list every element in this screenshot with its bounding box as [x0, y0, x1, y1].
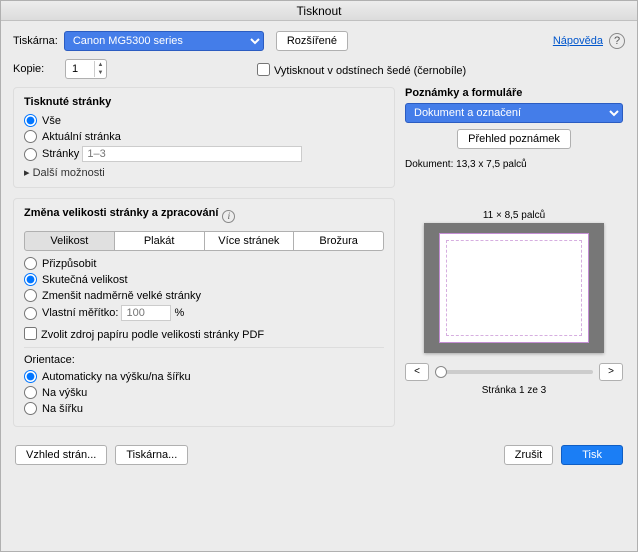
orient-landscape-radio[interactable]: Na šířku	[24, 402, 384, 415]
copies-label: Kopie:	[13, 63, 59, 75]
pages-all-radio[interactable]: Vše	[24, 114, 384, 127]
paper-source-checkbox[interactable]: Zvolit zdroj papíru podle velikosti strá…	[24, 329, 264, 341]
info-icon[interactable]: i	[222, 210, 235, 223]
pages-current-radio[interactable]: Aktuální stránka	[24, 130, 384, 143]
pages-section-title: Tisknuté stránky	[24, 96, 384, 108]
pages-range-input[interactable]	[82, 146, 302, 162]
scale-input[interactable]	[121, 305, 171, 321]
orient-portrait-radio[interactable]: Na výšku	[24, 386, 384, 399]
preview-slider[interactable]	[435, 370, 593, 374]
tab-poster[interactable]: Plakát	[115, 231, 205, 251]
copies-stepper[interactable]: ▲▼	[65, 59, 107, 79]
copies-input[interactable]	[66, 63, 94, 75]
pages-range-radio[interactable]: Stránky	[24, 146, 384, 162]
print-preview	[424, 223, 604, 353]
grayscale-checkbox[interactable]: Vytisknout v odstínech šedé (černobíle)	[257, 61, 466, 77]
page-setup-button[interactable]: Vzhled strán...	[15, 445, 107, 465]
orient-auto-radio[interactable]: Automaticky na výšku/na šířku	[24, 370, 384, 383]
preview-prev-button[interactable]: <	[405, 363, 429, 381]
comments-title: Poznámky a formuláře	[405, 87, 623, 99]
page-indicator: Stránka 1 ze 3	[405, 385, 623, 396]
printer-label: Tiskárna:	[13, 35, 58, 47]
more-options-disclosure[interactable]: ▸ Další možnosti	[24, 166, 384, 179]
fit-radio[interactable]: Přizpůsobit	[24, 257, 384, 270]
help-icon[interactable]: ?	[609, 33, 625, 49]
preview-next-button[interactable]: >	[599, 363, 623, 381]
orientation-title: Orientace:	[24, 354, 384, 366]
tab-size[interactable]: Velikost	[24, 231, 115, 251]
size-section-title: Změna velikosti stránky a zpracování	[24, 207, 218, 219]
window-title: Tisknout	[1, 1, 637, 21]
actual-radio[interactable]: Skutečná velikost	[24, 273, 384, 286]
printer-settings-button[interactable]: Tiskárna...	[115, 445, 188, 465]
shrink-radio[interactable]: Zmenšit nadměrně velké stránky	[24, 289, 384, 302]
comments-select[interactable]: Dokument a označení	[405, 103, 623, 123]
summary-button[interactable]: Přehled poznámek	[457, 129, 571, 149]
tab-multi[interactable]: Více stránek	[205, 231, 295, 251]
advanced-button[interactable]: Rozšířené	[276, 31, 348, 51]
printer-select[interactable]: Canon MG5300 series	[64, 31, 264, 51]
preview-size-label: 11 × 8,5 palců	[405, 210, 623, 221]
scale-radio[interactable]: Vlastní měřítko: %	[24, 305, 384, 321]
tab-booklet[interactable]: Brožura	[294, 231, 384, 251]
print-button[interactable]: Tisk	[561, 445, 623, 465]
help-link[interactable]: Nápověda	[553, 35, 603, 47]
doc-size-label: Dokument: 13,3 x 7,5 palců	[405, 159, 623, 170]
cancel-button[interactable]: Zrušit	[504, 445, 554, 465]
